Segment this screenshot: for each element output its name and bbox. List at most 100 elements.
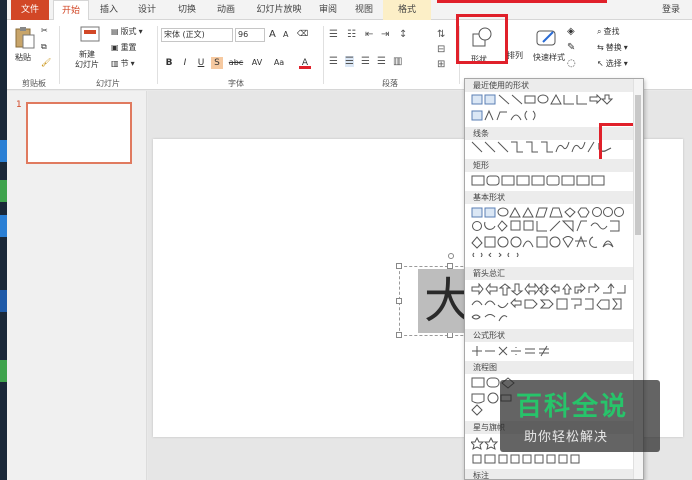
align-left-icon[interactable]: ☰ xyxy=(329,56,338,67)
shapes-highlight xyxy=(456,14,508,64)
tab-format[interactable]: 格式 xyxy=(383,0,431,20)
gallery-section-rectangles: 矩形 xyxy=(465,159,635,172)
arrow-shapes[interactable] xyxy=(471,283,631,323)
recent-shapes[interactable] xyxy=(471,94,631,124)
grow-font-button[interactable]: A xyxy=(269,29,276,40)
login-link[interactable]: 登录 xyxy=(662,0,680,20)
desktop-icon xyxy=(0,290,7,312)
font-group-label: 字体 xyxy=(228,79,244,88)
tab-review[interactable]: 审阅 xyxy=(313,0,343,20)
chevron-down-icon: ▾ xyxy=(623,43,628,52)
layout-button[interactable]: ▤ 版式 ▾ xyxy=(111,26,143,37)
italic-button[interactable]: I xyxy=(179,57,191,69)
resize-handle[interactable] xyxy=(396,263,402,269)
replace-label: 替换 xyxy=(605,43,622,52)
ribbon-tabbar: 文件 开始 插入 设计 切换 动画 幻灯片放映 审阅 视图 格式 登录 xyxy=(7,0,692,21)
shrink-font-button[interactable]: A xyxy=(283,30,288,39)
watermark: 百科全说 助你轻松解决 xyxy=(500,380,660,452)
gallery-section-basic: 基本形状 xyxy=(465,191,635,204)
rotate-handle[interactable] xyxy=(448,253,454,259)
select-icon: ↖ xyxy=(597,59,604,68)
columns-icon[interactable]: ▥ xyxy=(393,56,402,67)
layout-icon: ▤ xyxy=(111,27,119,36)
font-name-dropdown[interactable]: 宋体 (正文) xyxy=(161,28,233,42)
font-color-button[interactable]: A xyxy=(299,57,311,69)
tab-insert[interactable]: 插入 xyxy=(93,0,125,20)
char-spacing-button[interactable]: AV xyxy=(249,57,265,69)
reset-label: 重置 xyxy=(120,43,137,52)
desktop-icon xyxy=(0,140,7,162)
find-label: 查找 xyxy=(603,27,620,36)
copy-icon[interactable]: ⧉ xyxy=(41,42,47,52)
quick-styles-button[interactable]: 快速样式 xyxy=(533,52,565,63)
new-slide-button[interactable]: 新建 幻灯片 xyxy=(75,50,99,70)
gallery-section-equation: 公式形状 xyxy=(465,329,635,342)
align-text-icon[interactable]: ⊟ xyxy=(437,44,445,55)
gallery-section-flowchart: 流程图 xyxy=(465,361,635,374)
gallery-scroll-thumb[interactable] xyxy=(635,95,641,235)
align-right-icon[interactable]: ☰ xyxy=(361,56,370,67)
paragraph-group-label: 段落 xyxy=(382,79,398,88)
tab-home[interactable]: 开始 xyxy=(53,0,89,21)
tab-animations[interactable]: 动画 xyxy=(209,0,243,20)
clear-format-icon[interactable]: ⌫ xyxy=(297,29,308,38)
bullets-icon[interactable]: ☰ xyxy=(329,29,338,40)
tab-view[interactable]: 视图 xyxy=(347,0,381,20)
section-label: 节 xyxy=(120,59,129,68)
slides-group-label: 幻灯片 xyxy=(96,79,120,88)
resize-handle[interactable] xyxy=(396,332,402,338)
line-spacing-icon[interactable]: ↕ xyxy=(399,29,407,40)
tab-design[interactable]: 设计 xyxy=(129,0,165,20)
tab-file[interactable]: 文件 xyxy=(11,0,49,20)
desktop-strip xyxy=(0,0,7,480)
resize-handle[interactable] xyxy=(396,298,402,304)
section-icon: ▥ xyxy=(111,59,119,68)
gallery-section-recent: 最近使用的形状 xyxy=(465,79,635,92)
layout-label: 版式 xyxy=(120,27,137,36)
new-slide-icon[interactable] xyxy=(79,24,101,48)
increase-indent-icon[interactable]: ⇥ xyxy=(381,29,389,40)
slide-thumbnail[interactable] xyxy=(26,102,132,164)
font-size-dropdown[interactable]: 96 xyxy=(235,28,265,42)
format-painter-icon[interactable]: 🖌 xyxy=(41,58,51,67)
slide-number: 1 xyxy=(16,100,22,110)
shape-fill-icon[interactable]: ◈ xyxy=(567,26,575,37)
watermark-title: 百科全说 xyxy=(516,392,629,422)
watermark-subtitle: 助你轻松解决 xyxy=(524,430,609,445)
bold-button[interactable]: B xyxy=(163,57,175,69)
justify-icon[interactable]: ☰ xyxy=(377,56,386,67)
text-direction-icon[interactable]: ⇅ xyxy=(437,29,445,40)
find-icon: ⌕ xyxy=(597,26,602,36)
gallery-section-callouts: 标注 xyxy=(465,469,635,479)
reset-button[interactable]: ▣ 重置 xyxy=(111,42,137,53)
clipboard-group-label: 剪贴板 xyxy=(22,79,46,88)
tab-transitions[interactable]: 切换 xyxy=(171,0,203,20)
section-button[interactable]: ▥ 节 ▾ xyxy=(111,58,135,69)
numbering-icon[interactable]: ☷ xyxy=(347,29,356,40)
shape-effects-icon[interactable]: ◌ xyxy=(567,58,576,69)
change-case-button[interactable]: Aa xyxy=(271,57,287,69)
desktop-icon xyxy=(0,180,7,202)
tab-slideshow[interactable]: 幻灯片放映 xyxy=(249,0,309,20)
basic-shapes[interactable] xyxy=(471,207,631,257)
chevron-down-icon: ▾ xyxy=(623,59,628,68)
smartart-icon[interactable]: ⊞ xyxy=(437,59,445,70)
quick-styles-icon[interactable] xyxy=(535,28,559,50)
strikethrough-button[interactable]: abc xyxy=(227,57,245,69)
paste-button[interactable]: 粘贴 xyxy=(15,52,31,63)
underline-button[interactable]: U xyxy=(195,57,207,69)
chevron-down-icon: ▾ xyxy=(138,27,143,36)
shadow-button[interactable]: S xyxy=(211,57,223,69)
arrange-button[interactable]: 排列 xyxy=(507,50,523,61)
replace-icon: ⇆ xyxy=(597,43,604,52)
replace-button[interactable]: ⇆ 替换 ▾ xyxy=(597,42,628,53)
select-button[interactable]: ↖ 选择 ▾ xyxy=(597,58,628,69)
find-button[interactable]: ⌕ 查找 xyxy=(597,26,619,37)
paste-icon[interactable] xyxy=(13,26,37,50)
shape-outline-icon[interactable]: ✎ xyxy=(567,42,575,53)
cut-icon[interactable]: ✂ xyxy=(41,26,48,35)
decrease-indent-icon[interactable]: ⇤ xyxy=(365,29,373,40)
rectangle-shapes[interactable] xyxy=(471,175,631,187)
align-center-icon[interactable]: ☰ xyxy=(345,56,354,67)
equation-shapes[interactable] xyxy=(471,345,631,357)
